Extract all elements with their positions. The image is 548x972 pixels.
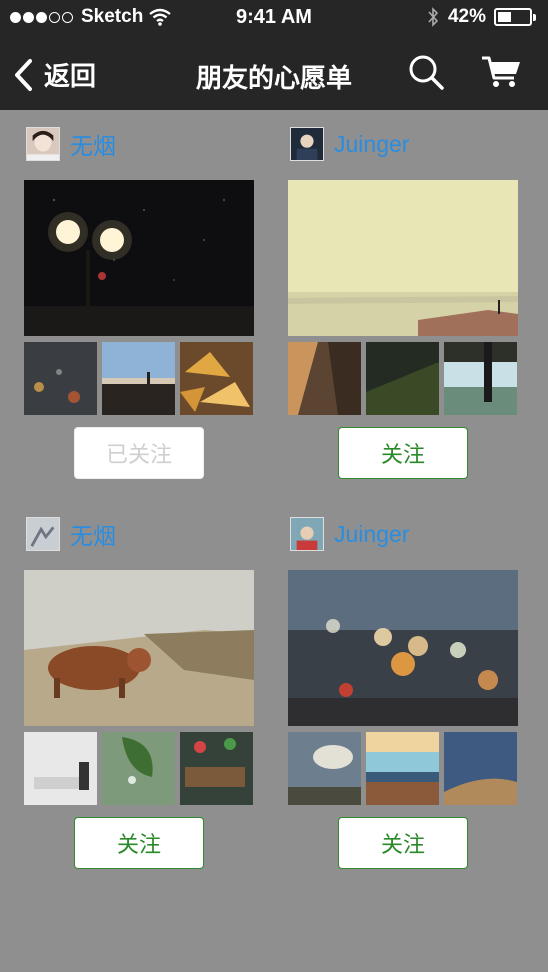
wish-thumbnail[interactable] xyxy=(24,732,97,805)
avatar[interactable] xyxy=(26,127,60,161)
wish-thumbnail[interactable] xyxy=(444,342,517,415)
nav-bar: 返回 朋友的心愿单 xyxy=(0,40,548,110)
cart-icon[interactable] xyxy=(480,54,522,90)
user-row[interactable]: Juinger xyxy=(290,516,409,552)
username-link[interactable]: 无烟 xyxy=(70,127,116,161)
battery-percent: 42% xyxy=(447,6,486,27)
wish-thumbnail[interactable] xyxy=(102,732,175,805)
user-row[interactable]: 无烟 xyxy=(26,126,116,162)
wish-thumbnail[interactable] xyxy=(180,732,253,805)
wish-thumbnail[interactable] xyxy=(366,732,439,805)
status-bar: Sketch 9:41 AM 42% xyxy=(0,0,548,38)
username-link[interactable]: Juinger xyxy=(334,131,409,158)
avatar[interactable] xyxy=(290,127,324,161)
wish-main-photo[interactable] xyxy=(288,180,518,336)
battery-fill xyxy=(498,12,511,22)
avatar[interactable] xyxy=(290,517,324,551)
follow-button[interactable]: 关注 xyxy=(338,427,468,479)
wish-thumbnail[interactable] xyxy=(444,732,517,805)
follow-button[interactable]: 关注 xyxy=(74,817,204,869)
username-link[interactable]: Juinger xyxy=(334,521,409,548)
wish-thumbnail[interactable] xyxy=(366,342,439,415)
battery-icon xyxy=(494,8,536,26)
follow-button[interactable]: 已关注 xyxy=(74,427,204,479)
user-row[interactable]: 无烟 xyxy=(26,516,116,552)
bluetooth-icon xyxy=(428,7,439,27)
wish-main-photo[interactable] xyxy=(24,570,254,726)
status-right: 42% xyxy=(426,6,536,28)
wish-thumbnail[interactable] xyxy=(288,342,361,415)
wish-main-photo[interactable] xyxy=(24,180,254,336)
wish-main-photo[interactable] xyxy=(288,570,518,726)
wish-thumbnail[interactable] xyxy=(24,342,97,415)
avatar[interactable] xyxy=(26,517,60,551)
page-title: 朋友的心愿单 xyxy=(195,64,352,94)
search-icon[interactable] xyxy=(406,52,446,92)
header: Sketch 9:41 AM 42% 返回 朋友的心愿单 xyxy=(0,0,548,110)
wish-thumbnail[interactable] xyxy=(288,732,361,805)
wish-thumbnail[interactable] xyxy=(102,342,175,415)
wish-thumbnail[interactable] xyxy=(180,342,253,415)
follow-button[interactable]: 关注 xyxy=(338,817,468,869)
user-row[interactable]: Juinger xyxy=(290,126,409,162)
username-link[interactable]: 无烟 xyxy=(70,517,116,551)
